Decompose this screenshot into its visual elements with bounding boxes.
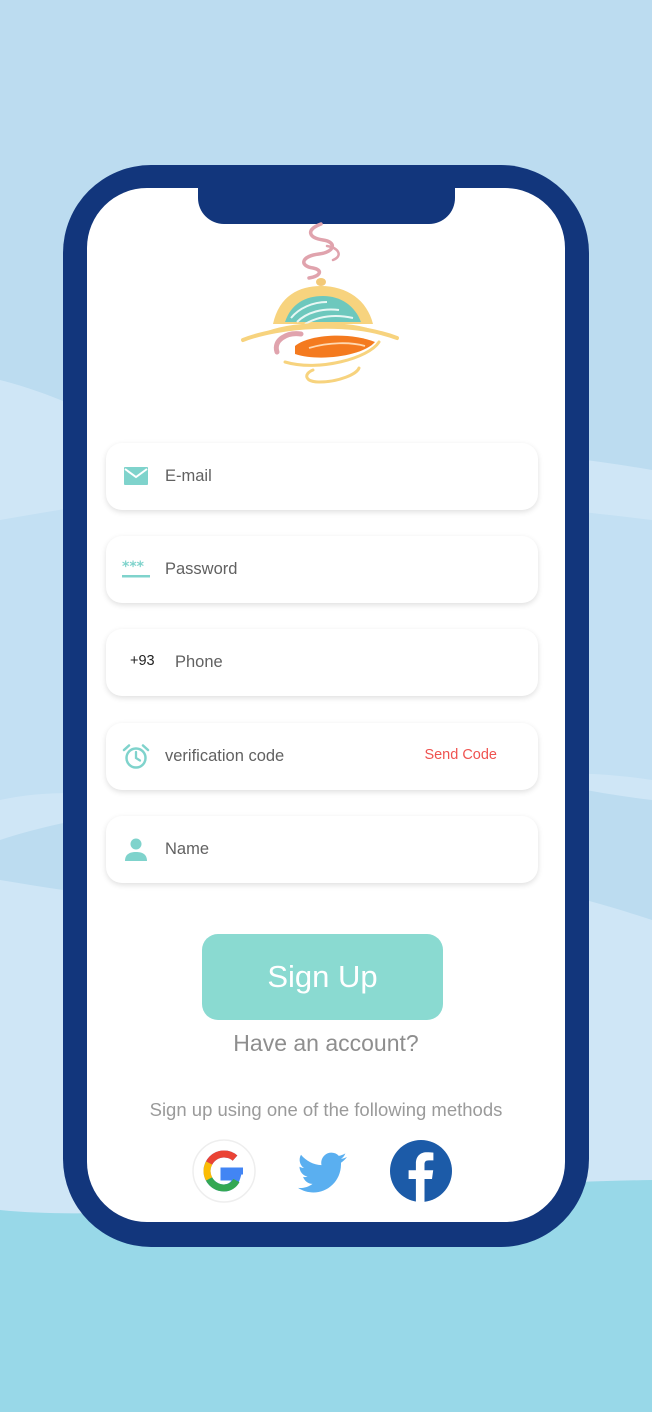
svg-text:***: *** bbox=[122, 559, 145, 575]
phone-placeholder: Phone bbox=[175, 653, 223, 671]
phone-notch bbox=[198, 188, 455, 224]
name-placeholder: Name bbox=[165, 840, 210, 858]
phone-frame: E-mail *** Password +93 Phone verificati… bbox=[63, 165, 589, 1247]
phone-field[interactable]: +93 Phone bbox=[106, 629, 538, 696]
password-field[interactable]: *** Password bbox=[106, 536, 538, 603]
verification-placeholder: verification code bbox=[165, 747, 285, 765]
country-code-prefix[interactable]: +93 bbox=[130, 629, 155, 694]
name-field[interactable]: Name bbox=[106, 816, 538, 883]
phone-screen: E-mail *** Password +93 Phone verificati… bbox=[87, 188, 565, 1222]
alarm-clock-icon bbox=[122, 744, 150, 769]
verification-code-field[interactable]: verification code Send Code bbox=[106, 723, 538, 790]
food-cloche-logo bbox=[241, 222, 399, 384]
social-methods-heading: Sign up using one of the following metho… bbox=[149, 1099, 503, 1120]
email-placeholder: E-mail bbox=[165, 467, 212, 485]
email-field[interactable]: E-mail bbox=[106, 443, 538, 510]
send-code-button[interactable]: Send Code bbox=[424, 723, 497, 788]
password-dots-icon: *** bbox=[122, 559, 150, 578]
sign-up-button[interactable]: Sign Up bbox=[202, 934, 443, 1020]
facebook-icon[interactable] bbox=[389, 1139, 453, 1203]
mail-icon bbox=[124, 467, 148, 485]
google-icon[interactable] bbox=[192, 1139, 256, 1203]
person-icon bbox=[125, 838, 147, 861]
have-account-link[interactable]: Have an account? bbox=[87, 1030, 565, 1057]
twitter-icon[interactable] bbox=[291, 1139, 355, 1203]
password-placeholder: Password bbox=[165, 560, 238, 578]
